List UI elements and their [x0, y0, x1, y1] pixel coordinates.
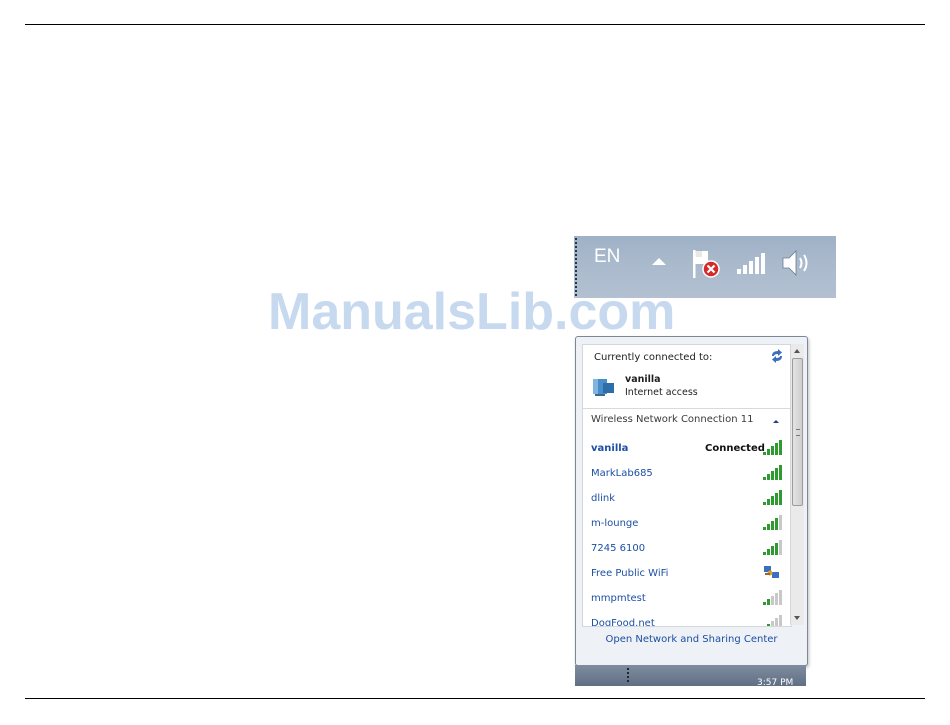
network-row[interactable]: Free Public WiFi — [583, 563, 791, 588]
network-row[interactable]: mmpmtest — [583, 588, 791, 613]
refresh-icon[interactable] — [769, 349, 785, 363]
scroll-up-arrow-icon[interactable] — [794, 349, 800, 353]
collapse-chevron-icon[interactable] — [773, 420, 779, 423]
top-rule — [25, 24, 925, 25]
bottom-rule — [25, 698, 925, 699]
network-row[interactable]: 7245 6100 — [583, 538, 791, 563]
bottom-grip — [627, 668, 633, 682]
network-name: vanilla — [591, 443, 629, 454]
network-name: dlink — [591, 493, 616, 504]
signal-strength-icon — [763, 540, 782, 555]
signal-strength-icon — [767, 615, 782, 626]
wireless-section-title[interactable]: Wireless Network Connection 11 — [591, 414, 753, 425]
network-list-panel: Currently connected to: vanilla Internet… — [582, 344, 792, 627]
scrollbar[interactable] — [790, 344, 804, 625]
scrollbar-grip — [796, 429, 800, 436]
open-network-sharing-center-link[interactable]: Open Network and Sharing Center — [576, 634, 807, 645]
network-state: Connected — [705, 443, 765, 454]
signal-strength-icon — [763, 590, 782, 605]
section-divider — [583, 408, 791, 409]
signal-strength-icon — [763, 440, 782, 455]
network-name: m-lounge — [591, 518, 639, 529]
taskbar-bottom-strip: 3:57 PM — [575, 665, 806, 688]
scroll-down-arrow-icon[interactable] — [794, 616, 800, 620]
network-name: mmpmtest — [591, 593, 646, 604]
network-name: 7245 6100 — [591, 543, 646, 554]
speaker-icon[interactable] — [780, 248, 814, 278]
language-indicator[interactable]: EN — [594, 246, 620, 268]
network-row[interactable]: m-lounge — [583, 513, 791, 538]
network-row[interactable]: DogFood.net — [583, 613, 791, 627]
signal-strength-icon — [763, 490, 782, 505]
network-row[interactable]: MarkLab685 — [583, 463, 791, 488]
current-network-name: vanilla — [625, 374, 661, 385]
action-center-flag-icon[interactable] — [690, 248, 722, 280]
adhoc-network-icon — [764, 566, 779, 578]
signal-strength-icon — [763, 465, 782, 480]
taskbar-notification-area: EN — [574, 236, 836, 298]
currently-connected-label: Currently connected to: — [594, 352, 713, 363]
network-name: DogFood.net — [591, 618, 655, 627]
network-name: MarkLab685 — [591, 468, 653, 479]
network-row[interactable]: vanilla Connected — [583, 438, 791, 463]
show-hidden-icons-chevron-icon[interactable] — [652, 258, 666, 265]
current-network-status: Internet access — [625, 387, 698, 398]
network-globe-icon — [593, 379, 614, 396]
wifi-signal-icon[interactable] — [736, 251, 768, 275]
network-flyout: Currently connected to: vanilla Internet… — [575, 336, 808, 666]
taskbar-grip[interactable] — [575, 238, 579, 296]
signal-strength-icon — [763, 515, 782, 530]
network-name: Free Public WiFi — [591, 568, 669, 579]
network-row[interactable]: dlink — [583, 488, 791, 513]
clock[interactable]: 3:57 PM — [757, 678, 793, 688]
scrollbar-thumb[interactable] — [792, 358, 803, 506]
